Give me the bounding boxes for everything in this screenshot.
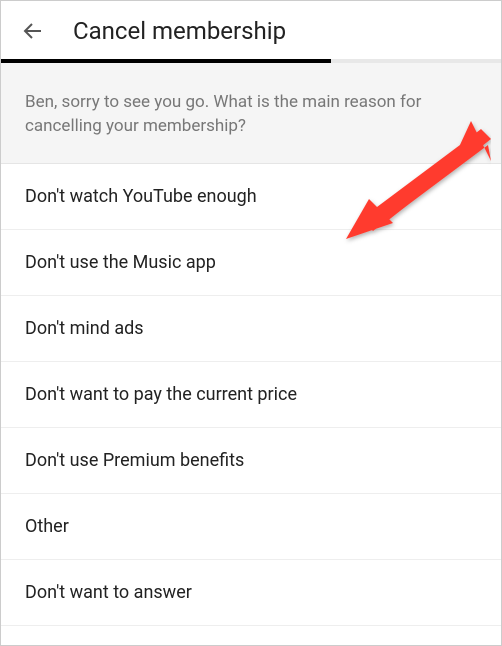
- option-label: Don't use the Music app: [25, 252, 216, 273]
- option-label: Other: [25, 516, 69, 537]
- option-label: Don't watch YouTube enough: [25, 186, 257, 207]
- option-dont-watch-youtube[interactable]: Don't watch YouTube enough: [1, 164, 501, 230]
- header: Cancel membership: [1, 1, 501, 59]
- option-dont-want-answer[interactable]: Don't want to answer: [1, 560, 501, 626]
- option-other[interactable]: Other: [1, 494, 501, 560]
- option-dont-use-premium[interactable]: Don't use Premium benefits: [1, 428, 501, 494]
- option-label: Don't want to answer: [25, 582, 192, 603]
- option-dont-mind-ads[interactable]: Don't mind ads: [1, 296, 501, 362]
- prompt-area: Ben, sorry to see you go. What is the ma…: [1, 63, 501, 164]
- options-list: Don't watch YouTube enough Don't use the…: [1, 164, 501, 626]
- option-dont-want-price[interactable]: Don't want to pay the current price: [1, 362, 501, 428]
- option-label: Don't mind ads: [25, 318, 144, 339]
- back-arrow-icon[interactable]: [21, 19, 45, 43]
- prompt-text: Ben, sorry to see you go. What is the ma…: [25, 91, 477, 139]
- option-label: Don't use Premium benefits: [25, 450, 244, 471]
- progress-bar: [1, 59, 501, 63]
- progress-fill: [1, 59, 331, 63]
- page-title: Cancel membership: [73, 17, 286, 45]
- option-label: Don't want to pay the current price: [25, 384, 297, 405]
- option-dont-use-music[interactable]: Don't use the Music app: [1, 230, 501, 296]
